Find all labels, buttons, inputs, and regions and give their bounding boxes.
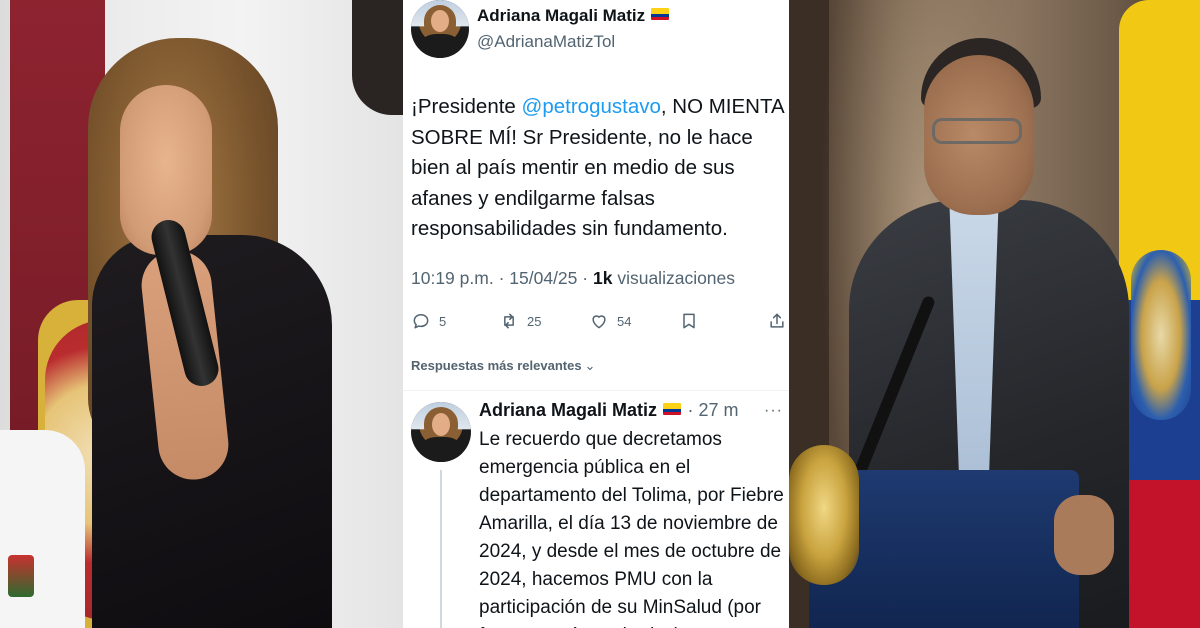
retweet-icon	[504, 313, 514, 329]
left-photo-woman-speaking	[0, 0, 403, 628]
heart-icon	[592, 315, 606, 329]
share-icon	[770, 313, 784, 328]
meta-separator: ·	[498, 268, 505, 288]
reply-icon	[413, 314, 429, 329]
bookmark-icon	[683, 313, 695, 329]
shirt-badge	[8, 555, 34, 597]
reply-header: Adriana Magali Matiz · 27 m ···	[479, 400, 785, 421]
reply-body: Le recuerdo que decretamos emergencia pú…	[479, 429, 784, 628]
chevron-down-icon: ⌄	[584, 358, 596, 373]
retweet-count: 25	[527, 313, 542, 329]
views-count: 1k	[592, 268, 613, 288]
man-hand	[1054, 495, 1114, 575]
thread-connector-line	[440, 470, 442, 628]
replies-sort-label: Respuestas más relevantes	[411, 358, 582, 373]
person-head-partial	[352, 0, 403, 115]
reply-author-name[interactable]: Adriana Magali Matiz	[479, 400, 657, 420]
tweet-metadata: 10:19 p.m. · 15/04/25 · 1k visualizacion…	[411, 268, 735, 289]
replies-sort-dropdown[interactable]: Respuestas más relevantes ⌄	[411, 358, 595, 374]
colombia-flag-icon	[663, 403, 682, 415]
tweet-text-prefix: ¡Presidente	[411, 95, 522, 118]
tweet-screenshot: Adriana Magali Matiz @AdrianaMatizTol ¡P…	[403, 0, 789, 628]
like-button[interactable]: 54	[589, 306, 631, 336]
retweet-button[interactable]: 25	[499, 306, 541, 336]
tweet-body: ¡Presidente @petrogustavo, NO MIENTA SOB…	[411, 92, 787, 245]
glasses	[932, 118, 1022, 144]
right-photo-president-speaking	[789, 0, 1200, 628]
tweet-actions-bar: 5 25 54	[411, 306, 786, 336]
reply-time[interactable]: · 27 m	[687, 400, 738, 420]
mention-link[interactable]: @petrogustavo	[522, 95, 661, 118]
more-options-icon[interactable]: ···	[764, 402, 783, 420]
like-count: 54	[617, 313, 632, 329]
author-avatar[interactable]	[411, 0, 469, 58]
reply-count: 5	[439, 313, 447, 329]
author-name-text[interactable]: Adriana Magali Matiz	[477, 6, 645, 25]
man-shirt	[0, 430, 85, 628]
bookmark-button[interactable]	[679, 306, 699, 336]
author-name[interactable]: Adriana Magali Matiz	[477, 6, 670, 26]
coat-of-arms-seal	[789, 445, 859, 585]
views-label: visualizaciones	[617, 268, 736, 288]
colombia-flag	[1119, 0, 1200, 628]
divider	[403, 390, 789, 391]
meta-separator: ·	[582, 268, 589, 288]
tweet-time[interactable]: 10:19 p.m.	[411, 268, 494, 288]
reply-author-avatar[interactable]	[411, 402, 471, 462]
tweet-date[interactable]: 15/04/25	[509, 268, 577, 288]
colombia-flag-icon	[651, 8, 670, 20]
author-handle[interactable]: @AdrianaMatizTol	[477, 32, 615, 52]
reply-button[interactable]: 5	[411, 306, 446, 336]
share-button[interactable]	[767, 306, 787, 336]
